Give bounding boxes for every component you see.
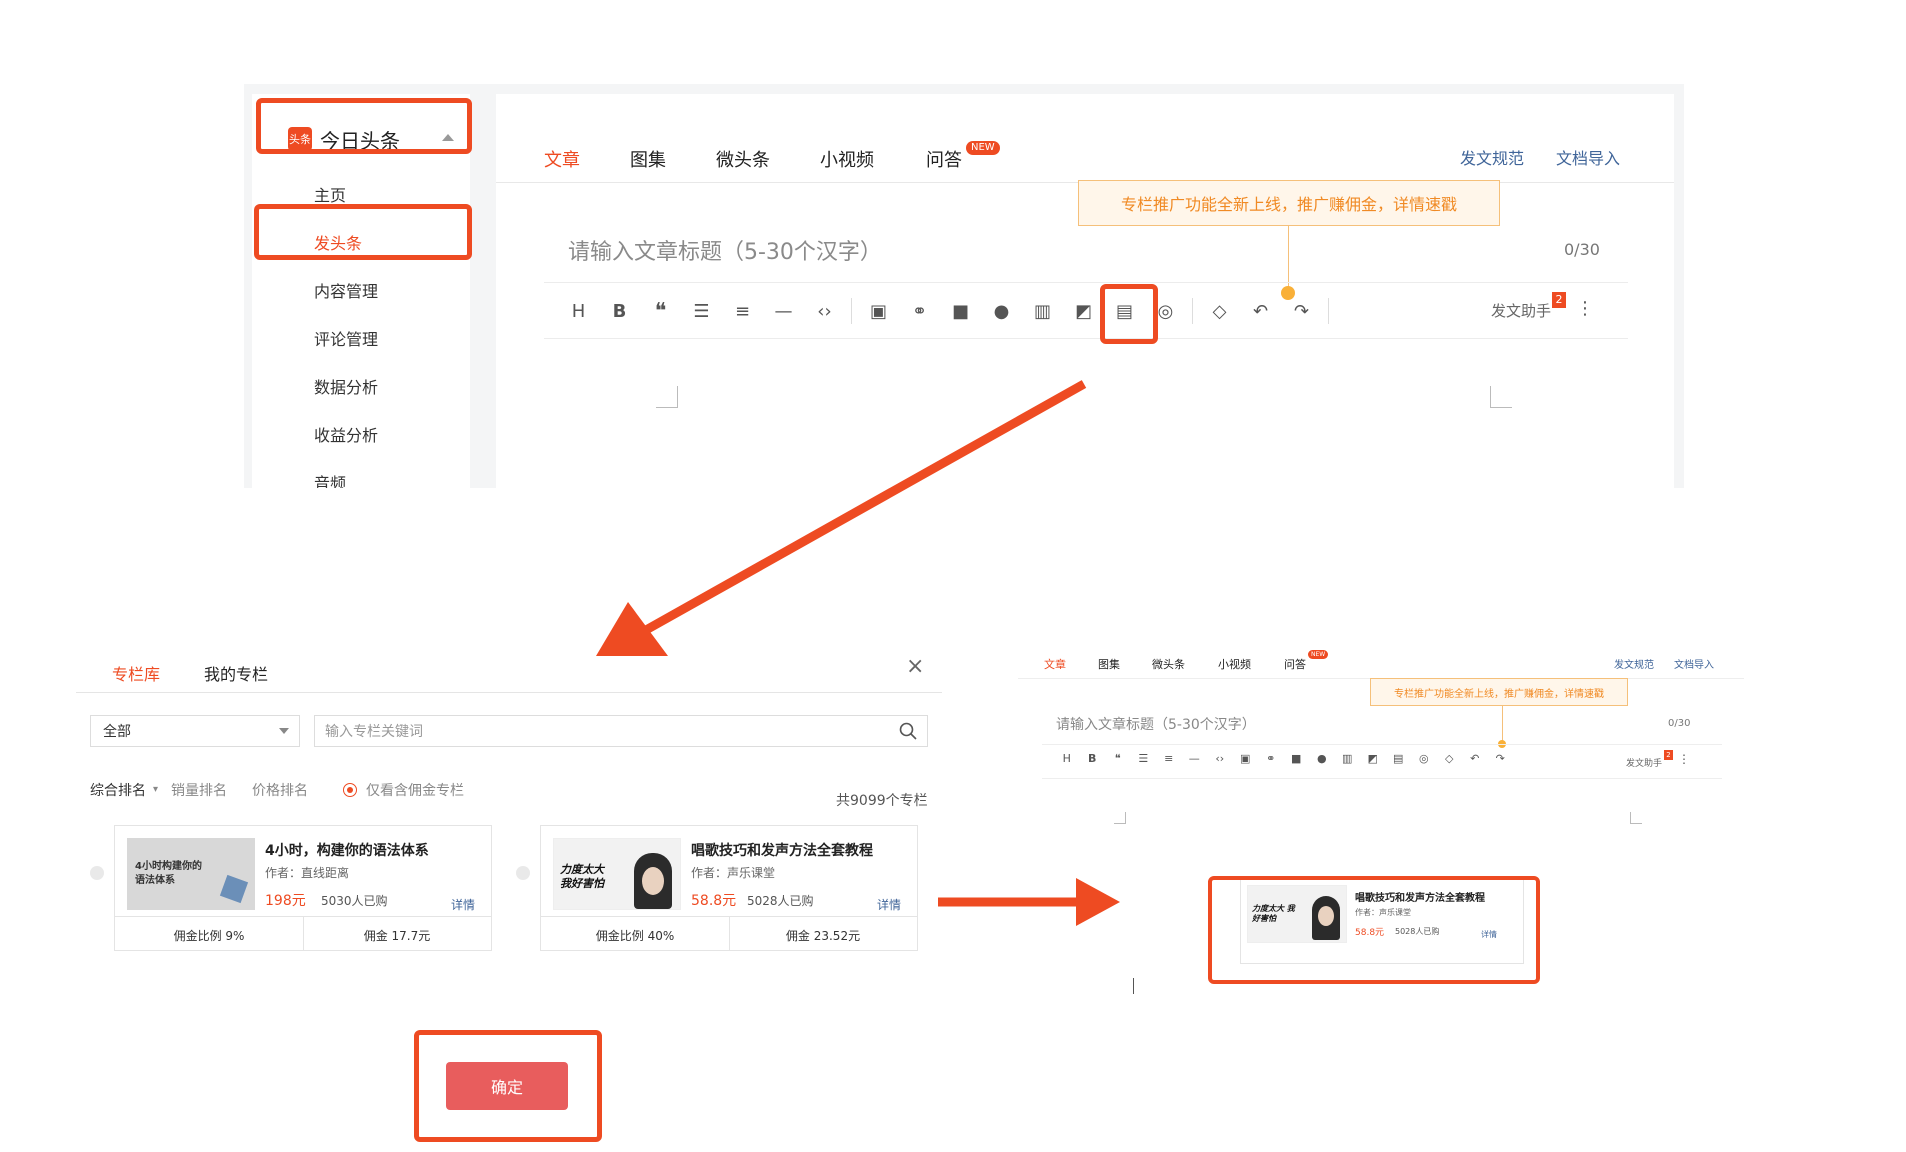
tab-my-columns[interactable]: 我的专栏	[204, 661, 268, 685]
divider	[76, 692, 942, 693]
divider	[303, 916, 304, 950]
column-card[interactable]: 力度太大 我好害怕 唱歌技巧和发声方法全套教程 作者：声乐课堂 58.8元 50…	[540, 825, 918, 951]
publish-rules-link[interactable]: 发文规范	[1614, 656, 1654, 671]
column-promo-tooltip[interactable]: 专栏推广功能全新上线，推广赚佣金，详情速戳	[1370, 678, 1628, 706]
commission-rate: 佣金比例 9%	[173, 929, 245, 943]
total-count: 共9099个专栏	[836, 793, 928, 809]
undo-icon[interactable]: ↶	[1462, 752, 1488, 765]
tooltip-connector	[1502, 706, 1503, 742]
category-select[interactable]: 全部	[90, 715, 300, 747]
close-icon[interactable]: ×	[906, 654, 924, 679]
commission-amount: 佣金 23.52元	[785, 929, 861, 943]
title-counter: 0/30	[1668, 718, 1691, 729]
audio-icon[interactable]: ●	[1309, 752, 1335, 765]
face-icon	[642, 867, 664, 895]
commission-filter-radio[interactable]	[343, 783, 357, 797]
sort-overall[interactable]: 综合排名	[90, 780, 146, 800]
editor-toolbar: H B ❝ ☰ ≡ — ‹› ▣ ⚭ ■ ● ▥ ◩ ▤ ◎ ◇ ↶ ↷	[1054, 752, 1513, 765]
divider	[1042, 744, 1722, 745]
bold-icon[interactable]: B	[1080, 752, 1106, 765]
detail-link[interactable]: 详情	[451, 896, 475, 913]
numbered-list-icon[interactable]: ≡	[1156, 752, 1182, 765]
commission-amount: 佣金 17.7元	[363, 929, 431, 943]
code-icon[interactable]: ‹›	[1207, 752, 1233, 765]
highlight-box	[414, 1030, 602, 1142]
text-cursor	[1133, 978, 1134, 994]
tab-article[interactable]: 文章	[1044, 656, 1066, 672]
sort-price[interactable]: 价格排名	[252, 780, 308, 800]
commission-filter-label[interactable]: 仅看含佣金专栏	[366, 780, 464, 800]
search-input[interactable]: 输入专栏关键词	[314, 715, 928, 747]
assistant-badge: 2	[1664, 750, 1673, 760]
book-icon	[219, 874, 249, 904]
course-thumbnail: 力度太大 我好害怕	[553, 838, 681, 910]
sort-caret-icon: ▾	[153, 784, 159, 795]
tab-gallery[interactable]: 图集	[1098, 656, 1120, 672]
thumbnail-text: 力度太大 我好害怕	[560, 863, 604, 890]
detail-link[interactable]: 详情	[877, 896, 901, 913]
tab-short-video[interactable]: 小视频	[1218, 656, 1251, 672]
arrow-head	[596, 602, 668, 656]
card-select-radio[interactable]	[516, 866, 530, 880]
editor-corner	[1114, 812, 1126, 824]
image-icon[interactable]: ▣	[1233, 752, 1259, 765]
course-thumbnail: 4小时构建你的语法体系	[127, 838, 255, 910]
column-price: 58.8元	[691, 893, 737, 909]
thumbnail-text: 4小时构建你的语法体系	[135, 861, 202, 886]
column-title: 4小时，构建你的语法体系	[265, 843, 429, 859]
column-sold: 5028人已购	[747, 894, 814, 908]
editor-corner	[1630, 812, 1642, 824]
new-badge: NEW	[1308, 650, 1329, 659]
quote-icon[interactable]: ❝	[1105, 752, 1131, 765]
column-author: 作者：声乐课堂	[691, 866, 776, 880]
heading-icon[interactable]: H	[1054, 752, 1080, 765]
eraser-icon[interactable]: ◇	[1437, 752, 1463, 765]
import-doc-link[interactable]: 文档导入	[1674, 656, 1714, 671]
card-select-radio[interactable]	[90, 866, 104, 880]
divider	[729, 916, 730, 950]
column-sold: 5030人已购	[321, 894, 388, 908]
search-icon[interactable]	[899, 722, 917, 740]
chevron-down-icon	[279, 728, 289, 734]
writing-assistant-button[interactable]: 发文助手	[1626, 756, 1662, 769]
tab-column-library[interactable]: 专栏库	[112, 661, 160, 685]
column-title: 唱歌技巧和发声方法全套教程	[691, 843, 873, 859]
divider-icon[interactable]: —	[1182, 752, 1208, 765]
redo-icon[interactable]: ↷	[1488, 752, 1514, 765]
arrow-down-left	[643, 380, 1087, 634]
category-select-value: 全部	[103, 724, 131, 740]
commission-rate: 佣金比例 40%	[595, 929, 675, 943]
tab-qa[interactable]: 问答	[1284, 656, 1306, 672]
bullet-list-icon[interactable]: ☰	[1131, 752, 1157, 765]
title-input[interactable]: 请输入文章标题（5-30个汉字）	[1056, 714, 1256, 734]
vote-icon[interactable]: ◎	[1411, 752, 1437, 765]
chart-icon[interactable]: ▥	[1335, 752, 1361, 765]
sort-sales[interactable]: 销量排名	[171, 780, 227, 800]
more-icon[interactable]: ⋮	[1678, 752, 1690, 766]
link-icon[interactable]: ⚭	[1258, 752, 1284, 765]
search-placeholder: 输入专栏关键词	[325, 724, 423, 740]
gallery-icon[interactable]: ◩	[1360, 752, 1386, 765]
video-icon[interactable]: ■	[1284, 752, 1310, 765]
tab-micro[interactable]: 微头条	[1152, 656, 1185, 672]
divider	[1042, 778, 1722, 779]
column-price: 198元	[265, 893, 306, 909]
column-card[interactable]: 4小时构建你的语法体系 4小时，构建你的语法体系 作者：直线距离 198元 50…	[114, 825, 492, 951]
column-icon[interactable]: ▤	[1386, 752, 1412, 765]
highlight-box	[1208, 876, 1540, 984]
column-author: 作者：直线距离	[265, 866, 350, 880]
